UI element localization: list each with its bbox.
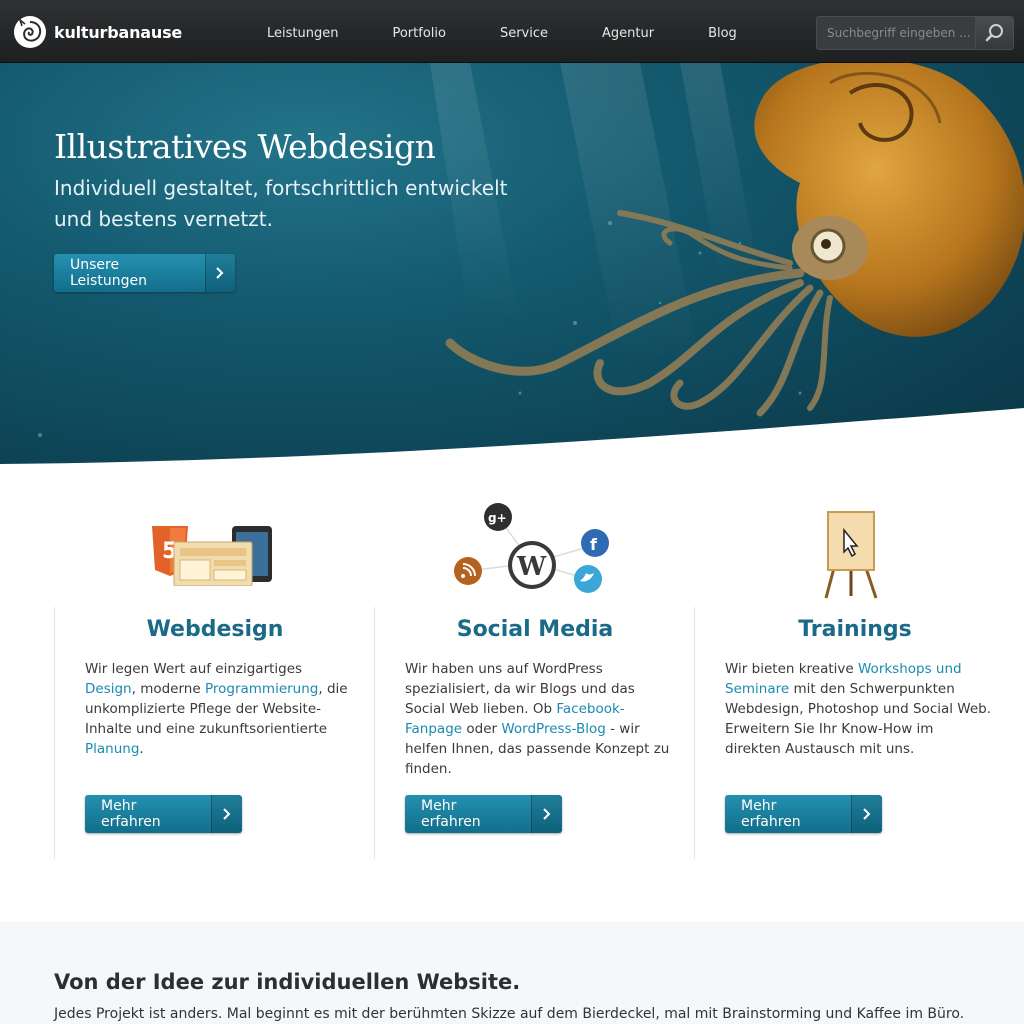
chevron-right-icon <box>530 795 562 833</box>
section-title: Von der Idee zur individuellen Website. <box>54 970 521 994</box>
main-navigation: Leistungen Portfolio Service Agentur Blo… <box>240 0 764 63</box>
svg-text:f: f <box>590 535 598 554</box>
easel-illustration-icon <box>824 511 878 599</box>
mehr-erfahren-label: Mehr erfahren <box>741 798 801 830</box>
webdesign-illustration-icon: 5 <box>152 526 272 586</box>
inline-link[interactable]: Programmierung <box>205 681 318 697</box>
text-segment: Wir legen Wert auf einzigartiges <box>85 661 303 677</box>
feature-column-social-media: Social Media Wir haben uns auf WordPress… <box>374 607 694 859</box>
text-segment: oder <box>462 721 502 737</box>
mehr-erfahren-button[interactable]: Mehr erfahren <box>725 795 882 833</box>
search-button[interactable] <box>975 17 1013 49</box>
nav-item-portfolio[interactable]: Portfolio <box>365 0 472 63</box>
section-text: Jedes Projekt ist anders. Mal beginnt es… <box>54 1006 965 1022</box>
mehr-erfahren-label: Mehr erfahren <box>101 798 161 830</box>
feature-column-trainings: Trainings Wir bieten kreative Workshops … <box>694 607 1024 859</box>
mehr-erfahren-button[interactable]: Mehr erfahren <box>85 795 242 833</box>
chevron-right-icon <box>850 795 882 833</box>
feature-title: Webdesign <box>146 617 284 642</box>
search-icon <box>985 24 1003 42</box>
mehr-erfahren-button[interactable]: Mehr erfahren <box>405 795 562 833</box>
hero-wave-divider <box>0 408 1024 465</box>
svg-text:W: W <box>516 552 547 582</box>
social-media-illustration-icon: W g+ f <box>454 503 609 593</box>
feature-text: Wir haben uns auf WordPress spezialisier… <box>405 659 673 779</box>
feature-title: Trainings <box>798 617 912 642</box>
feature-column-webdesign: Webdesign Wir legen Wert auf einzigartig… <box>54 607 374 859</box>
feature-text: Wir bieten kreative Workshops und Semina… <box>725 659 993 759</box>
brand-logo[interactable]: kulturbanause <box>14 16 182 48</box>
text-segment: . <box>139 741 144 757</box>
brand-name: kulturbanause <box>54 22 183 42</box>
inline-link[interactable]: Design <box>85 681 132 697</box>
nav-item-service[interactable]: Service <box>473 0 575 63</box>
hero-banner: Illustratives Webdesign Individuell gest… <box>0 63 1024 465</box>
nav-item-blog[interactable]: Blog <box>681 0 764 63</box>
top-navigation-bar: kulturbanause Leistungen Portfolio Servi… <box>0 0 1024 63</box>
inline-link[interactable]: Planung <box>85 741 139 757</box>
inline-link[interactable]: WordPress-Blog <box>501 721 605 737</box>
feature-text: Wir legen Wert auf einzigartiges Design,… <box>85 659 353 759</box>
mehr-erfahren-label: Mehr erfahren <box>421 798 481 830</box>
text-segment: Wir bieten kreative <box>725 661 858 677</box>
intro-section: Von der Idee zur individuellen Website. … <box>0 922 1024 1024</box>
text-segment: , moderne <box>131 681 205 697</box>
nav-item-agentur[interactable]: Agentur <box>575 0 681 63</box>
search-input[interactable] <box>817 17 977 49</box>
feature-title: Social Media <box>456 617 614 642</box>
nav-item-leistungen[interactable]: Leistungen <box>240 0 365 63</box>
svg-text:g+: g+ <box>488 511 507 525</box>
chevron-right-icon <box>210 795 242 833</box>
search-box <box>816 16 1014 50</box>
nautilus-logo-icon <box>14 16 46 48</box>
